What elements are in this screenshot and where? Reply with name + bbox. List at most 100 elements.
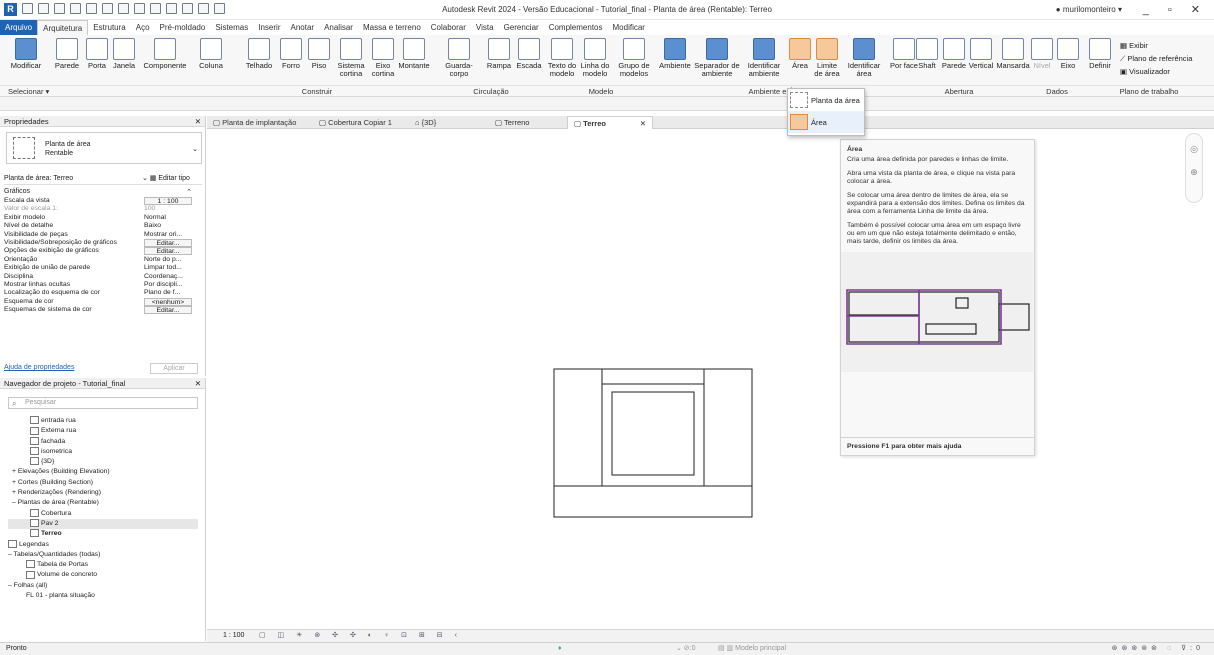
wall-opening-button[interactable]: Parede [940, 38, 968, 70]
tag-room-button[interactable]: Identificar ambiente [742, 38, 786, 78]
tree-item[interactable]: Legendas [8, 539, 198, 550]
apply-button[interactable]: Aplicar [150, 363, 198, 374]
area-boundary-button[interactable]: Limite de área [812, 38, 842, 78]
tab-precast[interactable]: Pré-moldado [155, 20, 211, 35]
properties-help-link[interactable]: Ajuda de propriedades [4, 364, 74, 371]
window-icon [113, 38, 135, 60]
filter-icon[interactable]: ⌄ ⊘:0 [676, 643, 696, 655]
account-menu[interactable]: ● murilomonteiro ▾ [1056, 5, 1122, 14]
tab-addins[interactable]: Complementos [544, 20, 608, 35]
tab-collaborate[interactable]: Colaborar [426, 20, 471, 35]
level-button[interactable]: Nível [1030, 38, 1054, 70]
tree-item[interactable]: – Folhas (all) [8, 581, 198, 591]
component-icon [154, 38, 176, 60]
edit-type-button[interactable]: ⌄ ▦ Editar tipo [142, 173, 190, 185]
tree-item[interactable]: isometrica [8, 447, 198, 457]
close-icon[interactable]: ✕ [195, 378, 201, 389]
window-button[interactable]: Janela [110, 38, 138, 70]
ramp-button[interactable]: Rampa [484, 38, 514, 70]
shaft-button[interactable]: Shaft [914, 38, 940, 70]
tree-item[interactable]: FL 01 - planta situação [8, 591, 198, 601]
zoom-icon[interactable]: ⊕ [1186, 167, 1202, 178]
tab-terreo-active[interactable]: ▢ Terreo ✕ [567, 116, 653, 129]
tab-systems[interactable]: Sistemas [210, 20, 253, 35]
area-button[interactable]: Área [788, 38, 812, 70]
stair-button[interactable]: Escada [514, 38, 544, 70]
tab-3d[interactable]: ⌂ {3D} [415, 116, 436, 129]
tree-item[interactable]: – Tabelas/Quantidades (todas) [8, 550, 198, 560]
window-controls[interactable]: _ ▫ ✕ [1143, 3, 1208, 16]
panel-select[interactable]: Selecionar ▾ [0, 85, 200, 96]
drawing-canvas[interactable]: ◎ ⊕ [207, 129, 1207, 629]
menu-item-area[interactable]: Área [788, 111, 864, 133]
selection-filter-icons[interactable]: ⊛⊛⊛⊛⊛ ◌ ⊽:0 [1112, 643, 1204, 655]
curtain-grid-button[interactable]: Eixo cortina [368, 38, 398, 78]
tree-item[interactable]: Volume de concreto [8, 570, 198, 580]
roof-button[interactable]: Telhado [244, 38, 274, 70]
modify-button[interactable]: Modificar [8, 38, 44, 70]
tree-item[interactable]: + Cortes (Building Section) [8, 478, 198, 488]
tab-view[interactable]: Vista [471, 20, 499, 35]
tree-item[interactable]: Externa rua [8, 426, 198, 436]
tab-structure[interactable]: Estrutura [88, 20, 130, 35]
tab-massing[interactable]: Massa e terreno [358, 20, 426, 35]
view-scale[interactable]: 1 : 100 [223, 630, 244, 642]
railing-button[interactable]: Guarda-corpo [436, 38, 482, 78]
navigation-bar[interactable]: ◎ ⊕ [1185, 133, 1203, 203]
show-workplane-button[interactable]: ▦ Exibir [1120, 39, 1192, 52]
grid-button[interactable]: Eixo [1056, 38, 1080, 70]
tab-architecture[interactable]: Arquitetura [37, 20, 89, 35]
curtain-system-button[interactable]: Sistema cortina [334, 38, 368, 78]
wall-button[interactable]: Parede [52, 38, 82, 70]
steering-wheel-icon[interactable]: ◎ [1186, 144, 1202, 155]
tab-steel[interactable]: Aço [131, 20, 155, 35]
model-line-button[interactable]: Linha do modelo [578, 38, 612, 78]
tree-item[interactable]: + Renderizações (Rendering) [8, 488, 198, 498]
instance-selector[interactable]: Planta de área: Terreo [4, 175, 73, 182]
tree-item[interactable]: + Elevações (Building Elevation) [8, 467, 198, 477]
tree-item-active[interactable]: Terreo [8, 529, 198, 539]
tab-annotate[interactable]: Anotar [285, 20, 319, 35]
tree-item[interactable]: Cobertura [8, 508, 198, 519]
tab-site-plan[interactable]: ▢ Planta de implantação [213, 116, 296, 129]
door-button[interactable]: Porta [84, 38, 110, 70]
column-button[interactable]: Coluna [196, 38, 226, 70]
tag-area-button[interactable]: Identificar área [842, 38, 886, 78]
mullion-button[interactable]: Montante [396, 38, 432, 70]
design-options[interactable]: ▤ ▥ Modelo principal [718, 643, 786, 655]
tab-modify[interactable]: Modificar [608, 20, 650, 35]
close-icon[interactable]: ✕ [195, 116, 201, 127]
model-text-button[interactable]: Texto do modelo [546, 38, 578, 78]
reference-plane-button[interactable]: ⟋ Plano de referência [1120, 52, 1192, 65]
type-selector[interactable]: Planta de área Rentable ⌄ [6, 132, 202, 164]
tree-item[interactable]: Tabela de Portas [8, 560, 198, 570]
tree-item[interactable]: {3D} [8, 457, 198, 467]
tree-item[interactable]: – Plantas de área (Rentable) [8, 498, 198, 508]
group-graphics[interactable]: Gráficos ⌃ [4, 188, 192, 196]
tab-file[interactable]: Arquivo [0, 20, 38, 35]
tree-item[interactable]: fachada [8, 436, 198, 447]
tab-analyze[interactable]: Analisar [319, 20, 358, 35]
viewer-button[interactable]: ▣ Visualizador [1120, 65, 1192, 78]
vertical-opening-button[interactable]: Vertical [966, 38, 996, 70]
view-tabs: ▢ Planta de implantação ▢ Cobertura Copi… [207, 116, 1214, 129]
tab-insert[interactable]: Inserir [253, 20, 285, 35]
tab-roof-copy[interactable]: ▢ Cobertura Copiar 1 [319, 116, 392, 129]
tab-manage[interactable]: Gerenciar [499, 20, 544, 35]
menu-item-area-plan[interactable]: Planta da área [788, 89, 864, 111]
dormer-button[interactable]: Mansarda [996, 38, 1030, 70]
component-button[interactable]: Componente [140, 38, 190, 70]
tree-item[interactable]: Pav 2 [8, 518, 198, 530]
room-button[interactable]: Ambiente [656, 38, 694, 70]
set-workplane-button[interactable]: Definir [1086, 38, 1114, 70]
tree-item[interactable]: entrada rua [8, 416, 198, 426]
properties-header: Propriedades ✕ [0, 116, 205, 127]
floor-button[interactable]: Piso [306, 38, 332, 70]
worksets-icon[interactable]: ♦ [558, 643, 562, 655]
tab-terrain[interactable]: ▢ Terreno [495, 116, 529, 129]
search-input[interactable]: Pesquisar [8, 397, 198, 409]
ceiling-button[interactable]: Forro [278, 38, 304, 70]
view-control-icons[interactable]: ▢ ◫ ☀ ⊛ ✣ ✣ ◐ ♀ ⊡ ⊞ ⊟ ‹ [259, 630, 462, 642]
room-separator-button[interactable]: Separador de ambiente [694, 38, 740, 78]
model-group-button[interactable]: Grupo de modelos [614, 38, 654, 78]
